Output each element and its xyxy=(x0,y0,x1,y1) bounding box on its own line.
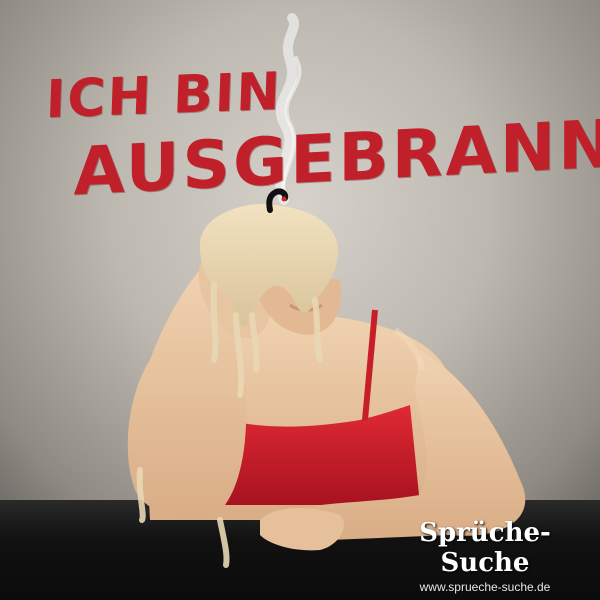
headline: ICH BIN AUSGEBRANNT xyxy=(0,0,600,600)
brand-url: www.sprueche-suche.de xyxy=(419,580,551,594)
brand-name: Sprüche-Suche xyxy=(419,518,551,578)
brand-logo[interactable]: Sprüche-Suche www.sprueche-suche.de xyxy=(380,518,590,594)
headline-line-1: ICH BIN xyxy=(44,61,283,131)
poster: ICH BIN AUSGEBRANNT Sprüche-Suche www.sp… xyxy=(0,0,600,600)
